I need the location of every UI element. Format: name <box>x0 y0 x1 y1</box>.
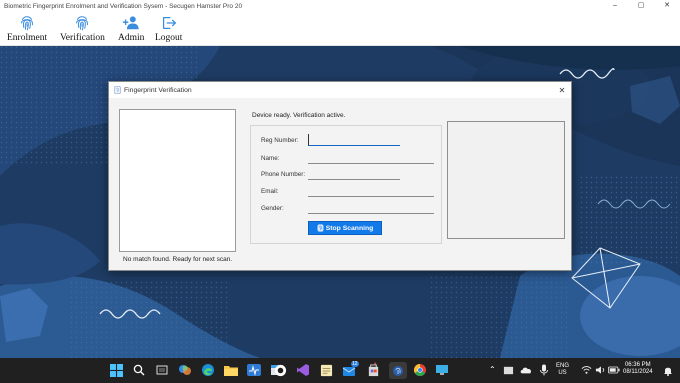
pulse-app-icon <box>247 364 261 376</box>
taskbar: 12 • ⌃ ENG US 06:36 PM 08/11/2024 <box>0 358 680 383</box>
copilot-icon <box>179 365 191 375</box>
menu-enrolment-label: Enrolment <box>7 33 48 43</box>
taskbar-chrome[interactable] <box>412 362 428 378</box>
close-window-button[interactable]: ✕ <box>654 0 680 12</box>
taskbar-file-explorer[interactable] <box>223 362 239 378</box>
window-title: Biometric Fingerprint Enrolment and Veri… <box>4 2 243 10</box>
menu-enrolment[interactable]: Enrolment <box>7 14 47 43</box>
monitor-app-icon <box>436 365 448 375</box>
taskbar-store[interactable] <box>365 362 381 378</box>
user-details-panel: Reg Number: Name: Phone Number: Email: G… <box>250 125 442 244</box>
gender-row: Gender: <box>251 202 443 216</box>
taskbar-app-monitor[interactable] <box>434 362 450 378</box>
dialog-close-button[interactable]: ✕ <box>553 86 571 95</box>
phone-label: Phone Number: <box>261 171 306 178</box>
taskbar-notes-app[interactable] <box>318 362 334 378</box>
stop-scanning-button[interactable]: Stop Scanning <box>308 221 382 235</box>
name-field[interactable] <box>308 152 434 164</box>
match-status-text: No match found. Ready for next scan. <box>123 256 233 263</box>
bell-icon <box>664 367 672 376</box>
tray-app-icon <box>503 366 513 374</box>
battery-icon <box>608 366 620 374</box>
tray-microphone[interactable] <box>536 362 552 378</box>
notifications-button[interactable] <box>660 362 676 378</box>
search-icon <box>133 364 145 376</box>
gender-label: Gender: <box>261 205 284 212</box>
name-label: Name: <box>261 155 280 162</box>
main-menu-bar: Enrolment Verification Admin Logout <box>0 12 680 46</box>
taskbar-secugen-app-active[interactable] <box>389 362 407 379</box>
reg-number-field[interactable] <box>308 134 400 146</box>
add-user-icon <box>123 16 139 30</box>
cloud-icon <box>520 367 531 374</box>
taskbar-copilot[interactable] <box>177 362 193 378</box>
fingerprint-preview-box <box>447 121 565 239</box>
dialog-titlebar: Fingerprint Verification ✕ <box>109 82 571 98</box>
minimize-button[interactable]: – <box>602 0 628 12</box>
chrome-icon <box>413 364 426 377</box>
taskbar-visual-studio[interactable] <box>295 362 311 378</box>
edge-browser-icon <box>202 364 214 376</box>
folder-icon <box>224 366 238 376</box>
language-indicator[interactable]: ENG US <box>556 363 569 377</box>
taskbar-app-chart[interactable] <box>246 362 262 378</box>
fingerprint-verification-dialog: Fingerprint Verification ✕ No match foun… <box>108 81 572 271</box>
fingerprint-icon <box>317 224 324 232</box>
email-label: Email: <box>261 188 279 195</box>
clock-date: 08/11/2024 <box>623 369 653 375</box>
menu-admin-label: Admin <box>118 33 145 43</box>
windows-icon <box>109 363 123 377</box>
gender-field[interactable] <box>308 202 434 214</box>
reg-number-label: Reg Number: <box>261 137 299 144</box>
menu-logout[interactable]: Logout <box>155 14 182 43</box>
language-code: ENG <box>556 363 570 369</box>
tray-onedrive[interactable] <box>518 362 534 378</box>
task-view-icon <box>156 365 168 375</box>
tray-overflow-chevron[interactable]: ⌃ <box>489 366 496 374</box>
taskbar-edge[interactable] <box>200 362 216 378</box>
phone-row: Phone Number: <box>251 168 443 182</box>
device-status-text: Device ready. Verification active. <box>252 112 346 119</box>
stop-scanning-label: Stop Scanning <box>325 224 374 232</box>
microphone-icon <box>540 364 548 376</box>
notes-badge: • <box>374 361 377 368</box>
menu-verification[interactable]: Verification <box>60 14 105 43</box>
notes-app-icon <box>320 364 332 376</box>
menu-verification-label: Verification <box>60 33 105 43</box>
wifi-icon <box>581 366 591 374</box>
record-app-icon <box>274 364 286 376</box>
reg-number-row: Reg Number: <box>251 134 443 148</box>
tray-battery[interactable] <box>606 362 622 378</box>
logout-icon <box>162 16 176 30</box>
maximize-button[interactable]: ▢ <box>628 0 654 12</box>
taskbar-app-record[interactable] <box>272 362 288 378</box>
email-row: Email: <box>251 185 443 199</box>
taskbar-search-button[interactable] <box>131 362 147 378</box>
dialog-title: Fingerprint Verification <box>124 86 192 94</box>
menu-admin[interactable]: Admin <box>118 14 144 43</box>
clock[interactable]: 06:36 PM 08/11/2024 <box>623 362 653 376</box>
fingerprint-icon <box>76 16 89 31</box>
name-row: Name: <box>251 152 443 166</box>
email-field[interactable] <box>308 185 434 197</box>
speaker-icon <box>595 366 604 374</box>
task-view-button[interactable] <box>154 362 170 378</box>
menu-logout-label: Logout <box>155 33 183 43</box>
tray-app-1[interactable] <box>500 362 516 378</box>
region-code: US <box>558 370 567 376</box>
phone-field[interactable] <box>308 168 400 180</box>
visual-studio-icon <box>297 364 309 376</box>
user-photo-box <box>119 109 236 252</box>
fingerprint-app-icon <box>393 365 403 376</box>
fingerprint-icon <box>21 16 33 31</box>
start-button[interactable] <box>108 362 124 378</box>
mail-badge: 12 <box>351 361 359 367</box>
fingerprint-icon <box>114 86 121 94</box>
store-icon <box>368 363 378 376</box>
window-controls: – ▢ ✕ <box>602 0 680 12</box>
window-titlebar: Biometric Fingerprint Enrolment and Veri… <box>0 0 680 12</box>
clock-time: 06:36 PM <box>624 362 651 368</box>
